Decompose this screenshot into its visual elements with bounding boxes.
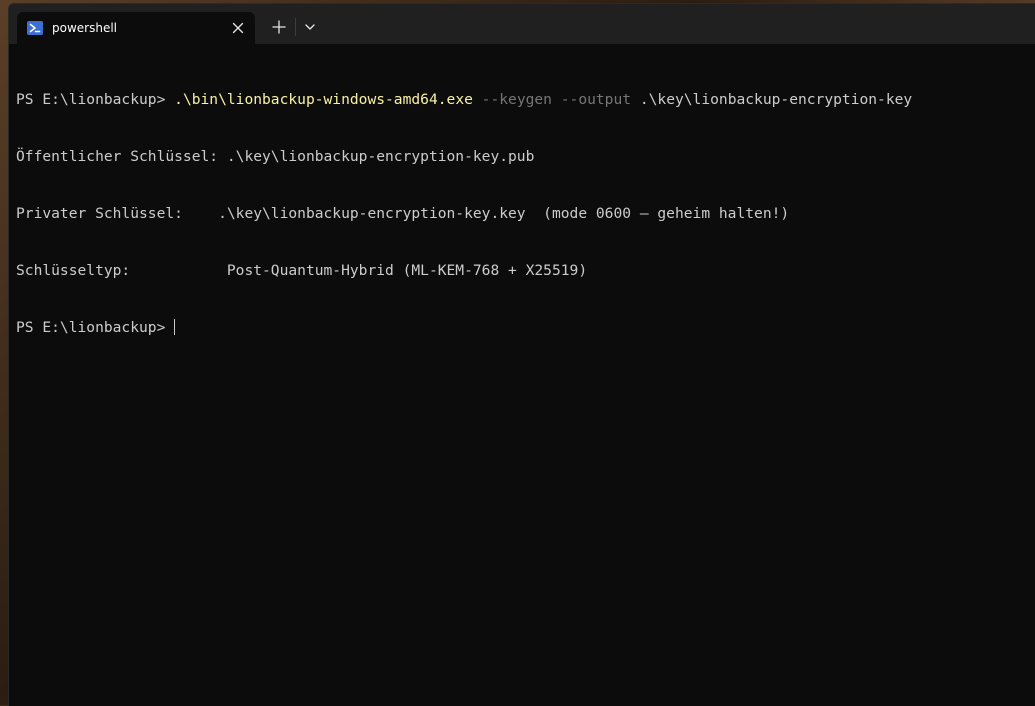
terminal-output[interactable]: PS E:\lionbackup> .\bin\lionbackup-windo… — [16, 52, 1026, 692]
output-private-key: Privater Schlüssel: .\key\lionbackup-enc… — [16, 205, 790, 222]
title-bar[interactable]: powershell — [9, 4, 1035, 44]
titlebar-divider — [295, 18, 296, 36]
plus-icon[interactable] — [268, 16, 290, 38]
command-flag-output: --output — [551, 91, 632, 108]
powershell-icon — [27, 21, 43, 35]
text-cursor — [174, 319, 176, 335]
command-line: PS E:\lionbackup> .\bin\lionbackup-windo… — [16, 90, 1026, 109]
close-icon[interactable] — [230, 20, 246, 36]
command-argument: .\key\lionbackup-encryption-key — [631, 91, 913, 108]
command-flag-keygen: --keygen — [472, 91, 552, 108]
tab-title: powershell — [52, 21, 117, 35]
command-executable: .\bin\lionbackup-windows-amd64.exe — [174, 91, 473, 108]
prompt: PS E:\lionbackup> — [16, 91, 175, 108]
prompt: PS E:\lionbackup> — [16, 319, 175, 336]
output-public-key: Öffentlicher Schlüssel: .\key\lionbackup… — [16, 148, 535, 165]
prompt-line[interactable]: PS E:\lionbackup> — [16, 318, 1026, 337]
chevron-down-icon[interactable] — [300, 17, 320, 37]
output-key-type: Schlüsseltyp: Post-Quantum-Hybrid (ML-KE… — [16, 262, 588, 279]
tab-powershell[interactable]: powershell — [17, 12, 255, 44]
terminal-window: powershell PS E:\lionbackup> .\bin\lionb… — [8, 3, 1035, 706]
